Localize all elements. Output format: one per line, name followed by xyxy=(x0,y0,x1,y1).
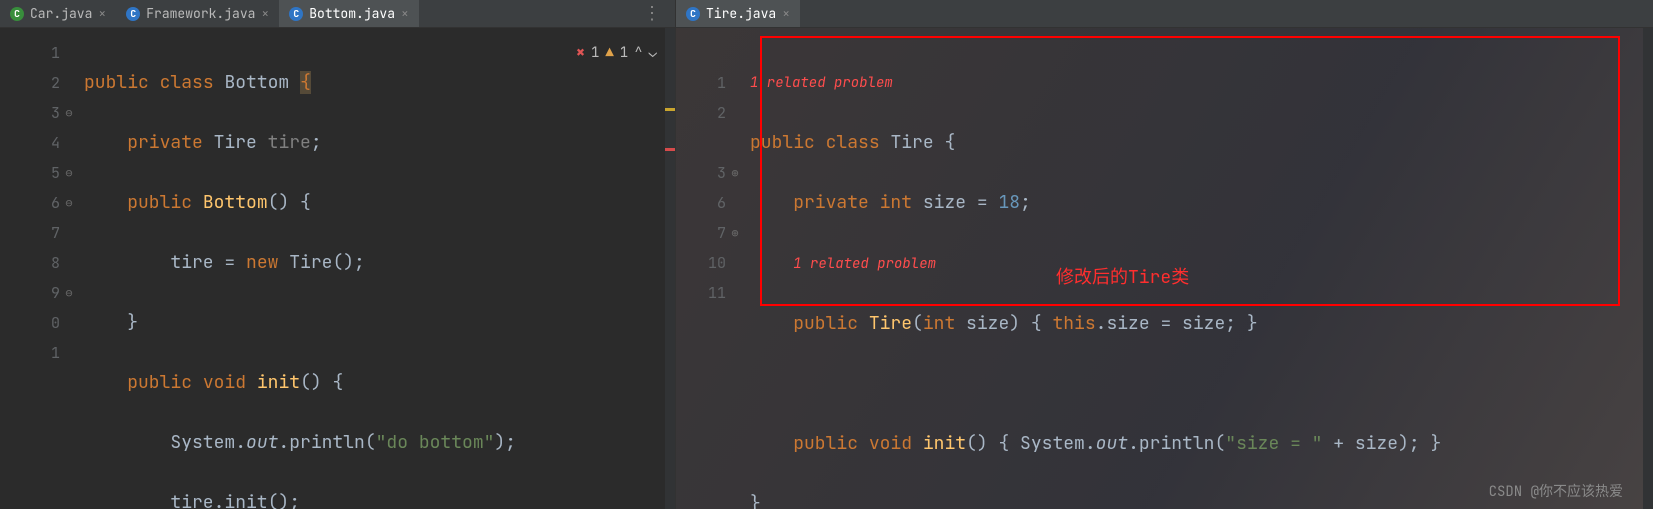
right-code-area[interactable]: 1 related problem public class Tire { pr… xyxy=(744,28,1643,509)
problem-hint[interactable]: 1 related problem xyxy=(793,255,936,273)
right-editor-pane: C Tire.java × 012 3671011 ⊕⊕ 1 related p… xyxy=(676,0,1653,509)
watermark: CSDN @你不应该热爱 xyxy=(1489,481,1623,501)
right-gutter: 012 3671011 xyxy=(676,28,726,509)
inspection-widget[interactable]: ✖1 ▲1 ^ ⌄ xyxy=(577,38,657,68)
left-code-area[interactable]: public class Bottom { private Tire tire;… xyxy=(78,28,665,509)
warning-marker[interactable] xyxy=(665,108,675,111)
right-tabbar: C Tire.java × xyxy=(676,0,1653,28)
java-class-icon: C xyxy=(686,7,700,21)
close-icon[interactable]: × xyxy=(98,5,106,22)
tab-label: Bottom.java xyxy=(309,5,395,22)
chevron-down-icon[interactable]: ⌄ xyxy=(649,38,657,68)
error-icon: ✖ xyxy=(577,38,585,68)
left-marker-bar[interactable] xyxy=(665,28,675,509)
warning-icon: ▲ xyxy=(605,38,613,68)
close-icon[interactable]: × xyxy=(261,5,269,22)
java-class-icon: C xyxy=(10,7,24,21)
close-icon[interactable]: × xyxy=(401,5,409,22)
tab-tire[interactable]: C Tire.java × xyxy=(676,0,800,27)
more-tabs-icon[interactable]: ⋮ xyxy=(643,2,663,25)
fold-gutter-right: ⊕⊕ xyxy=(726,28,744,509)
fold-gutter: ⊖⊖⊖⊖ xyxy=(60,28,78,509)
annotation-label: 修改后的Tire类 xyxy=(1056,263,1189,289)
tab-label: Tire.java xyxy=(706,5,776,22)
left-tabbar: C Car.java × C Framework.java × C Bottom… xyxy=(0,0,675,28)
error-marker[interactable] xyxy=(665,148,675,151)
tab-framework[interactable]: C Framework.java × xyxy=(116,0,279,27)
java-class-icon: C xyxy=(289,7,303,21)
close-icon[interactable]: × xyxy=(782,5,790,22)
java-class-icon: C xyxy=(126,7,140,21)
right-editor[interactable]: 012 3671011 ⊕⊕ 1 related problem public … xyxy=(676,28,1653,509)
tab-bottom[interactable]: C Bottom.java × xyxy=(279,0,419,27)
left-gutter: 12345678901 xyxy=(0,28,60,509)
right-marker-bar[interactable] xyxy=(1643,28,1653,509)
left-editor-pane: C Car.java × C Framework.java × C Bottom… xyxy=(0,0,676,509)
warning-count: 1 xyxy=(620,38,628,68)
problem-hint[interactable]: 1 related problem xyxy=(750,68,1643,98)
left-editor[interactable]: 12345678901 ⊖⊖⊖⊖ public class Bottom { p… xyxy=(0,28,675,509)
tab-car[interactable]: C Car.java × xyxy=(0,0,116,27)
tab-label: Car.java xyxy=(30,5,92,22)
error-count: 1 xyxy=(591,38,599,68)
tab-label: Framework.java xyxy=(146,5,255,22)
chevron-up-icon[interactable]: ^ xyxy=(634,38,642,68)
